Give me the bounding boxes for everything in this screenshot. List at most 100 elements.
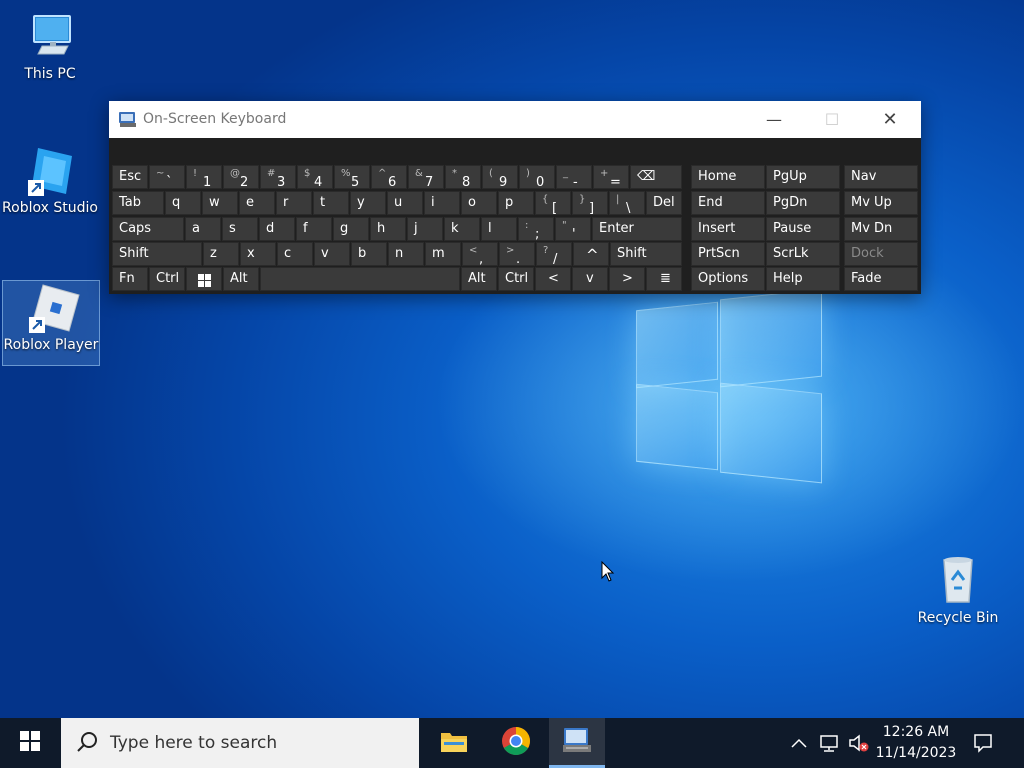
- key-minus[interactable]: _ -: [556, 165, 592, 190]
- key-alt-right[interactable]: Alt: [461, 267, 497, 291]
- window-title-bar[interactable]: On-Screen Keyboard — ☐ ✕: [109, 101, 921, 138]
- key-left-bracket[interactable]: {[: [535, 191, 571, 216]
- key-ctrl[interactable]: Ctrl: [149, 267, 185, 291]
- key-w[interactable]: w: [202, 191, 238, 215]
- key-equals[interactable]: + =: [593, 165, 629, 190]
- key-m[interactable]: m: [425, 242, 461, 266]
- key-right-bracket[interactable]: }]: [572, 191, 608, 216]
- maximize-button[interactable]: ☐: [809, 101, 855, 138]
- key-f[interactable]: f: [296, 217, 332, 241]
- key-end[interactable]: End: [691, 191, 765, 215]
- key-6[interactable]: ^ 6: [371, 165, 407, 190]
- key-9[interactable]: (9: [482, 165, 518, 190]
- key-j[interactable]: j: [407, 217, 443, 241]
- key-right-arrow[interactable]: >: [609, 267, 645, 291]
- key-nav[interactable]: Nav: [844, 165, 918, 189]
- key-5[interactable]: % 5: [334, 165, 370, 190]
- key-v[interactable]: v: [314, 242, 350, 266]
- key-3[interactable]: #3: [260, 165, 296, 190]
- key-u[interactable]: u: [387, 191, 423, 215]
- key-x[interactable]: x: [240, 242, 276, 266]
- key-4[interactable]: $4: [297, 165, 333, 190]
- search-box[interactable]: Type here to search: [61, 718, 419, 768]
- key-a[interactable]: a: [185, 217, 221, 241]
- key-g[interactable]: g: [333, 217, 369, 241]
- chrome-taskbar-button[interactable]: [488, 718, 544, 768]
- key-left-arrow[interactable]: <: [535, 267, 571, 291]
- key-0[interactable]: ) 0: [519, 165, 555, 190]
- key-dock[interactable]: Dock: [844, 242, 918, 266]
- key-backslash[interactable]: | \: [609, 191, 645, 216]
- key-p[interactable]: p: [498, 191, 534, 215]
- key-prtscn[interactable]: PrtScn: [691, 242, 765, 266]
- key-up-arrow[interactable]: ^: [573, 242, 609, 266]
- key-menu[interactable]: ≣: [646, 267, 682, 291]
- key-comma[interactable]: <,: [462, 242, 498, 267]
- network-icon[interactable]: [816, 718, 842, 768]
- key-windows[interactable]: [186, 267, 222, 291]
- key-l[interactable]: l: [481, 217, 517, 241]
- key-d[interactable]: d: [259, 217, 295, 241]
- desktop-icon-roblox-player[interactable]: Roblox Player: [2, 280, 100, 366]
- close-button[interactable]: ✕: [867, 101, 913, 138]
- key-slash[interactable]: ? /: [536, 242, 572, 267]
- key-mv-dn[interactable]: Mv Dn: [844, 217, 918, 241]
- key-alt[interactable]: Alt: [223, 267, 259, 291]
- key-1[interactable]: ! 1: [186, 165, 222, 190]
- key-o[interactable]: o: [461, 191, 497, 215]
- key-fn[interactable]: Fn: [112, 267, 148, 291]
- key-backspace[interactable]: ⌫: [630, 165, 682, 189]
- file-explorer-taskbar-button[interactable]: [426, 718, 482, 768]
- desktop-icon-recycle-bin[interactable]: Recycle Bin: [910, 554, 1006, 626]
- desktop-icon-roblox-studio[interactable]: Roblox Studio: [2, 144, 98, 216]
- key-caps[interactable]: Caps: [112, 217, 184, 241]
- key-enter[interactable]: Enter: [592, 217, 682, 241]
- key-ctrl-right[interactable]: Ctrl: [498, 267, 534, 291]
- show-hidden-icons-chevron-up-icon[interactable]: [786, 718, 812, 768]
- volume-muted-icon[interactable]: [846, 718, 872, 768]
- key-8[interactable]: * 8: [445, 165, 481, 190]
- key-n[interactable]: n: [388, 242, 424, 266]
- key-home[interactable]: Home: [691, 165, 765, 189]
- key-tilde[interactable]: ~ `: [149, 165, 185, 190]
- key-semicolon[interactable]: :;: [518, 217, 554, 242]
- key-period[interactable]: >.: [499, 242, 535, 267]
- key-space[interactable]: [260, 267, 460, 291]
- notifications-icon[interactable]: [968, 718, 998, 768]
- key-q[interactable]: q: [165, 191, 201, 215]
- key-z[interactable]: z: [203, 242, 239, 266]
- start-button[interactable]: [0, 718, 60, 768]
- help-button[interactable]: Help: [766, 267, 840, 291]
- key-r[interactable]: r: [276, 191, 312, 215]
- key-esc[interactable]: Esc: [112, 165, 148, 189]
- key-pgdn[interactable]: PgDn: [766, 191, 840, 215]
- key-i[interactable]: i: [424, 191, 460, 215]
- key-del[interactable]: Del: [646, 191, 682, 215]
- key-down-arrow[interactable]: v: [572, 267, 608, 291]
- key-pgup[interactable]: PgUp: [766, 165, 840, 189]
- key-e[interactable]: e: [239, 191, 275, 215]
- key-insert[interactable]: Insert: [691, 217, 765, 241]
- key-y[interactable]: y: [350, 191, 386, 215]
- key-scrlk[interactable]: ScrLk: [766, 242, 840, 266]
- key-t[interactable]: t: [313, 191, 349, 215]
- key-2[interactable]: @2: [223, 165, 259, 190]
- minimize-button[interactable]: —: [751, 101, 797, 138]
- system-clock[interactable]: 12:26 AM 11/14/2023: [870, 722, 962, 764]
- options-button[interactable]: Options: [691, 267, 765, 291]
- key-right-shift[interactable]: Shift: [610, 242, 682, 266]
- key-pause[interactable]: Pause: [766, 217, 840, 241]
- desktop-icon-this-pc[interactable]: This PC: [2, 10, 98, 82]
- key-7[interactable]: & 7: [408, 165, 444, 190]
- key-c[interactable]: c: [277, 242, 313, 266]
- on-screen-keyboard-taskbar-button[interactable]: [549, 718, 605, 768]
- key-tab[interactable]: Tab: [112, 191, 164, 215]
- key-quote[interactable]: " ': [555, 217, 591, 242]
- key-mv-up[interactable]: Mv Up: [844, 191, 918, 215]
- key-h[interactable]: h: [370, 217, 406, 241]
- key-fade[interactable]: Fade: [844, 267, 918, 291]
- key-k[interactable]: k: [444, 217, 480, 241]
- key-s[interactable]: s: [222, 217, 258, 241]
- key-b[interactable]: b: [351, 242, 387, 266]
- key-left-shift[interactable]: Shift: [112, 242, 202, 266]
